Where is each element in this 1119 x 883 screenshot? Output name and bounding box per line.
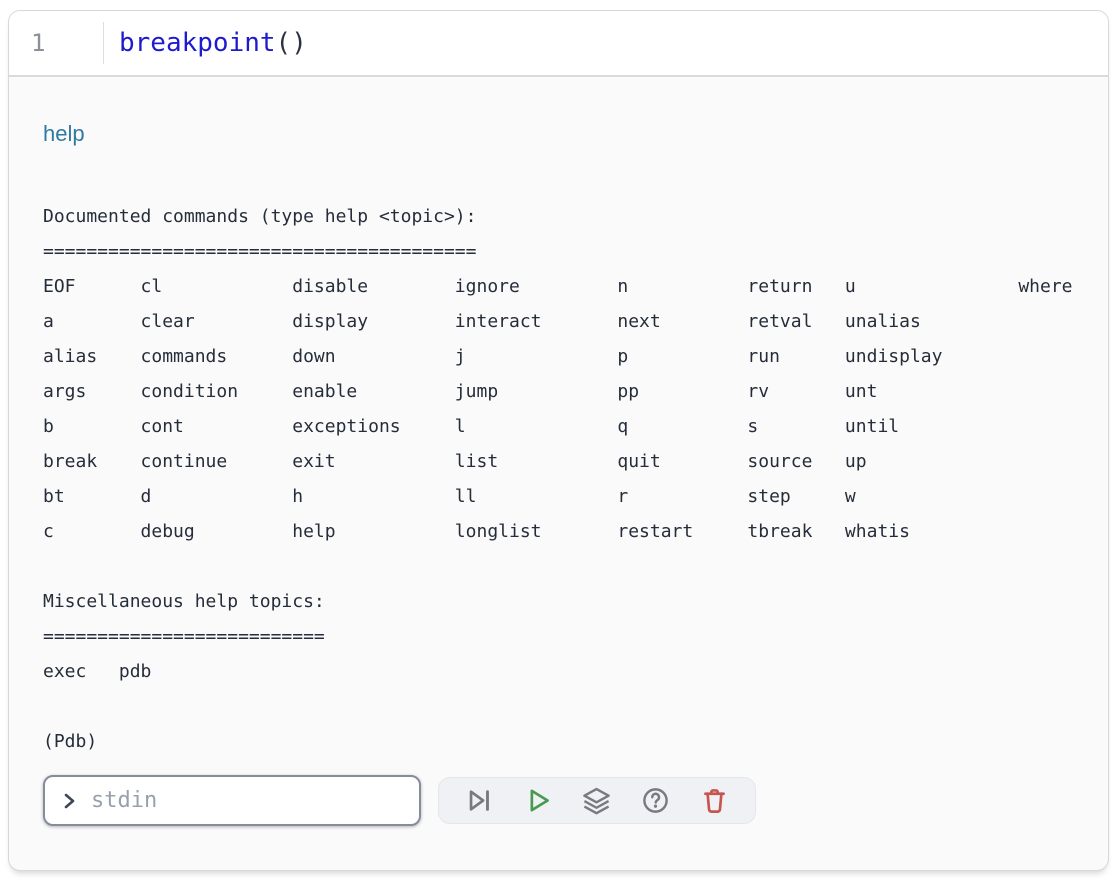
code-token-parens: () — [276, 28, 307, 58]
chevron-right-icon — [59, 791, 79, 811]
layers-icon — [582, 786, 611, 815]
step-forward-icon — [465, 786, 494, 815]
command-echo: help — [43, 121, 1108, 147]
question-circle-icon — [641, 786, 670, 815]
help-button[interactable] — [638, 783, 674, 819]
clear-button[interactable] — [696, 783, 732, 819]
stdin-box[interactable] — [43, 775, 421, 826]
output-area: help Documented commands (type help <top… — [9, 121, 1108, 826]
controls-row — [43, 775, 1108, 826]
stack-button[interactable] — [579, 783, 615, 819]
run-triangle-icon — [524, 786, 553, 815]
code-token-builtin: breakpoint — [119, 28, 276, 58]
trash-icon — [700, 786, 729, 815]
step-button[interactable] — [462, 783, 498, 819]
run-button[interactable] — [520, 783, 556, 819]
debug-toolbar — [438, 777, 756, 824]
python-playground-panel: 1 breakpoint() help Documented commands … — [8, 10, 1109, 871]
stdin-input[interactable] — [89, 787, 393, 814]
pdb-console-output: Documented commands (type help <topic>):… — [43, 199, 1108, 759]
editor-gutter: 1 — [9, 11, 104, 75]
code-line[interactable]: breakpoint() — [104, 11, 307, 75]
code-editor[interactable]: 1 breakpoint() — [9, 11, 1108, 77]
line-number: 1 — [31, 29, 45, 57]
